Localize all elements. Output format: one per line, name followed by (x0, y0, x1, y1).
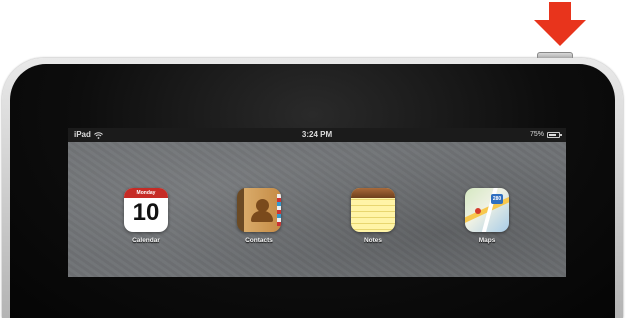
app-label-maps: Maps (478, 237, 496, 244)
maps-icon[interactable]: 280 (465, 188, 509, 232)
map-pin-icon (475, 208, 481, 214)
status-bar: iPad 3:24 PM 75% (68, 128, 566, 142)
app-maps[interactable]: 280 Maps (457, 188, 517, 244)
red-arrow-down-icon (534, 2, 586, 46)
calendar-month: Monday (124, 188, 168, 198)
calendar-day: 10 (132, 199, 160, 226)
maps-shield: 280 (491, 194, 503, 204)
app-label-notes: Notes (363, 237, 383, 244)
home-screen: iPad 3:24 PM 75% Monday 10 Calendar Cont… (68, 128, 566, 277)
app-label-calendar: Calendar (132, 237, 160, 244)
notes-icon[interactable] (351, 188, 395, 232)
contacts-icon[interactable] (237, 188, 281, 232)
app-notes[interactable]: Notes (343, 188, 403, 244)
status-time: 3:24 PM (301, 130, 333, 139)
app-label-contacts: Contacts (245, 237, 273, 244)
battery-icon (547, 132, 562, 138)
battery-percent: 75% (529, 131, 544, 138)
app-contacts[interactable]: Contacts (229, 188, 289, 244)
app-calendar[interactable]: Monday 10 Calendar (116, 188, 176, 244)
calendar-icon[interactable]: Monday 10 (124, 188, 168, 232)
